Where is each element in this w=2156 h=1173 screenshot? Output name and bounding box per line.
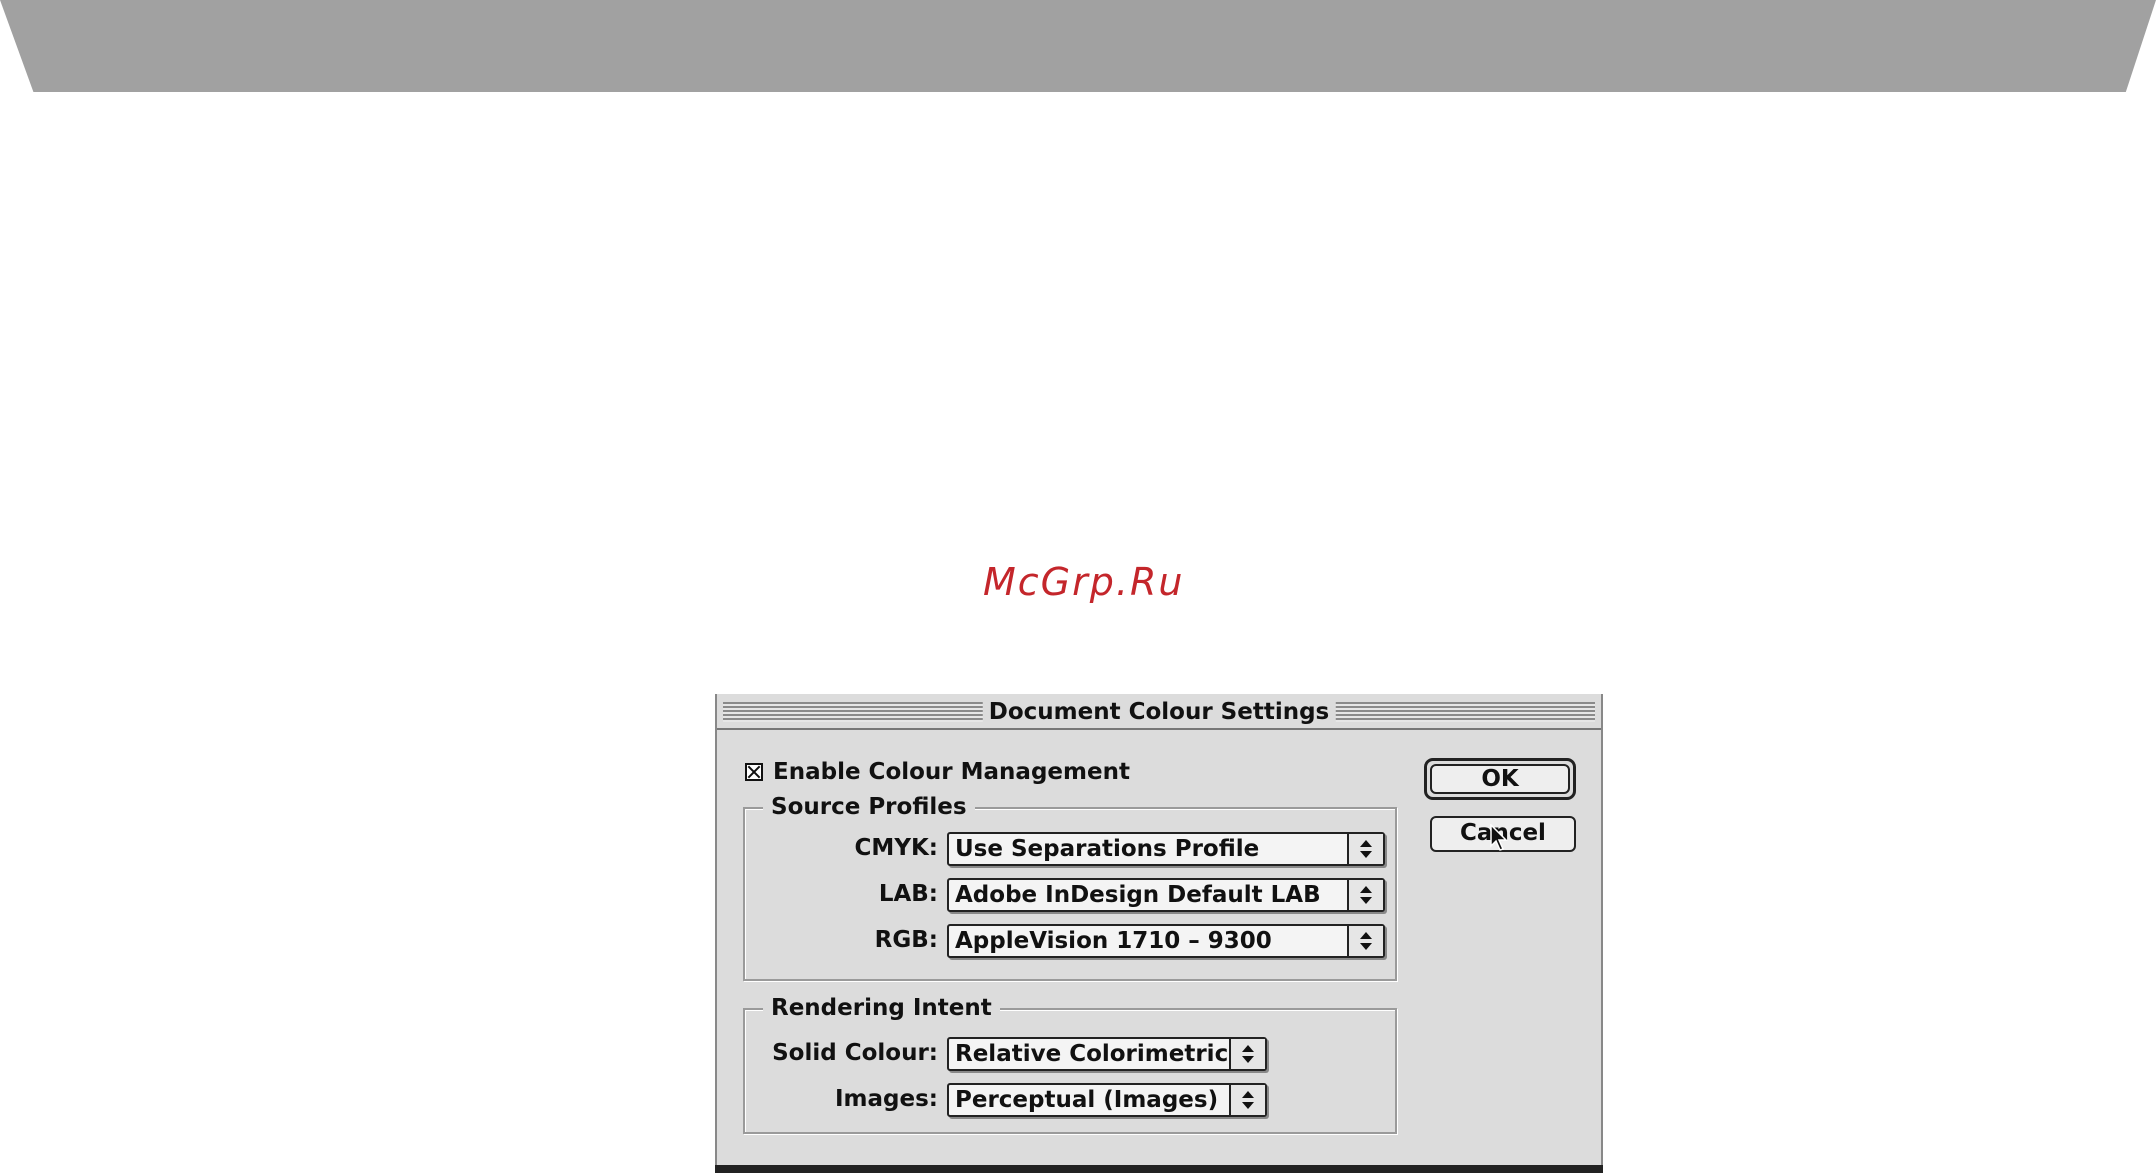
popup-arrows-icon — [1229, 1085, 1265, 1115]
popup-arrows-icon — [1347, 834, 1383, 864]
cmyk-value: Use Separations Profile — [955, 836, 1260, 862]
solid-colour-value: Relative Colorimetric — [955, 1041, 1229, 1067]
rgb-popup[interactable]: AppleVision 1710 – 9300 — [947, 924, 1385, 958]
source-profiles-title: Source Profiles — [763, 793, 975, 821]
popup-arrows-icon — [1347, 926, 1383, 956]
solid-colour-label: Solid Colour: — [772, 1040, 938, 1066]
lab-label: LAB: — [878, 881, 938, 907]
popup-arrows-icon — [1347, 880, 1383, 910]
lab-popup[interactable]: Adobe InDesign Default LAB — [947, 878, 1385, 912]
document-colour-settings-dialog: Document Colour Settings Enable Colour M… — [715, 694, 1603, 1173]
rendering-intent-title: Rendering Intent — [763, 994, 1000, 1022]
enable-colour-management-label[interactable]: Enable Colour Management — [773, 758, 1130, 786]
cmyk-popup[interactable]: Use Separations Profile — [947, 832, 1385, 866]
images-label: Images: — [835, 1086, 938, 1112]
watermark: McGrp.Ru — [983, 560, 1185, 604]
dialog-title: Document Colour Settings — [982, 697, 1336, 727]
rgb-value: AppleVision 1710 – 9300 — [955, 928, 1272, 954]
enable-colour-management-checkbox[interactable] — [745, 763, 763, 781]
lab-value: Adobe InDesign Default LAB — [955, 882, 1321, 908]
dialog-bottom-edge — [715, 1165, 1603, 1173]
cmyk-label: CMYK: — [854, 835, 938, 861]
rgb-label: RGB: — [874, 927, 938, 953]
dialog-titlebar[interactable]: Document Colour Settings — [717, 694, 1601, 730]
images-value: Perceptual (Images) — [955, 1087, 1219, 1113]
mouse-pointer-icon — [1490, 824, 1508, 851]
top-banner — [0, 0, 2156, 92]
ok-button[interactable]: OK — [1430, 764, 1570, 794]
solid-colour-popup[interactable]: Relative Colorimetric — [947, 1037, 1267, 1071]
images-popup[interactable]: Perceptual (Images) — [947, 1083, 1267, 1117]
popup-arrows-icon — [1229, 1039, 1265, 1069]
